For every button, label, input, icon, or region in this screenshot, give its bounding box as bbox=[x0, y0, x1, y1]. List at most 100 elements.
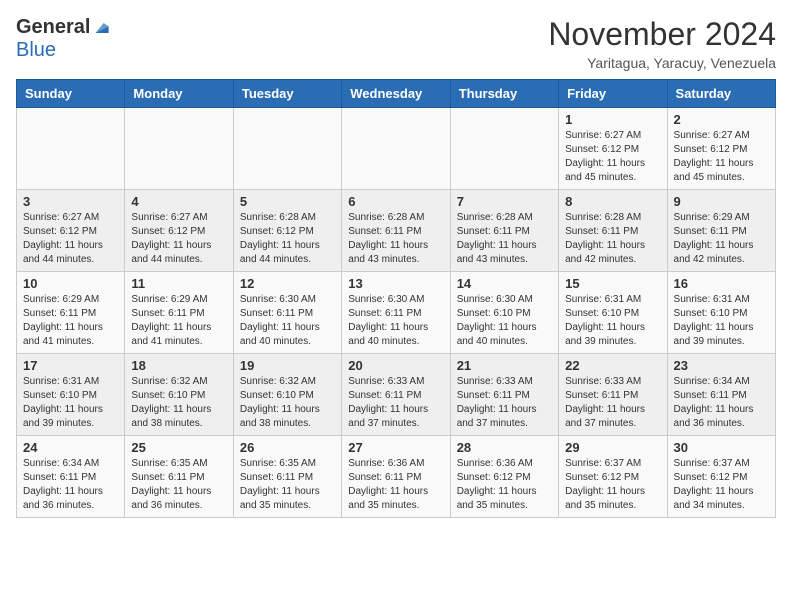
calendar-cell: 6Sunrise: 6:28 AMSunset: 6:11 PMDaylight… bbox=[342, 190, 450, 272]
day-info: Sunrise: 6:34 AMSunset: 6:11 PMDaylight:… bbox=[23, 457, 118, 513]
day-info: Sunrise: 6:35 AMSunset: 6:11 PMDaylight:… bbox=[240, 457, 335, 513]
day-number: 15 bbox=[565, 276, 660, 291]
month-title: November 2024 bbox=[548, 16, 776, 53]
day-info: Sunrise: 6:36 AMSunset: 6:11 PMDaylight:… bbox=[348, 457, 443, 513]
day-number: 24 bbox=[23, 440, 118, 455]
calendar-cell: 8Sunrise: 6:28 AMSunset: 6:11 PMDaylight… bbox=[559, 190, 667, 272]
day-info: Sunrise: 6:30 AMSunset: 6:11 PMDaylight:… bbox=[348, 293, 443, 349]
page-header: General Blue November 2024 Yaritagua, Ya… bbox=[16, 16, 776, 71]
day-info: Sunrise: 6:28 AMSunset: 6:11 PMDaylight:… bbox=[565, 211, 660, 267]
logo-blue-text: Blue bbox=[16, 39, 56, 61]
calendar-cell: 26Sunrise: 6:35 AMSunset: 6:11 PMDayligh… bbox=[233, 436, 341, 518]
day-info: Sunrise: 6:34 AMSunset: 6:11 PMDaylight:… bbox=[674, 375, 769, 431]
calendar-cell bbox=[17, 108, 125, 190]
day-number: 12 bbox=[240, 276, 335, 291]
logo: General Blue bbox=[16, 16, 112, 62]
day-info: Sunrise: 6:36 AMSunset: 6:12 PMDaylight:… bbox=[457, 457, 552, 513]
day-info: Sunrise: 6:37 AMSunset: 6:12 PMDaylight:… bbox=[674, 457, 769, 513]
logo-icon bbox=[92, 18, 112, 38]
day-number: 18 bbox=[131, 358, 226, 373]
day-info: Sunrise: 6:28 AMSunset: 6:11 PMDaylight:… bbox=[457, 211, 552, 267]
day-number: 20 bbox=[348, 358, 443, 373]
calendar-cell: 30 Sunrise: 6:37 AMSunset: 6:12 PMDayligh… bbox=[667, 436, 775, 518]
calendar-cell: 22 Sunrise: 6:33 AMSunset: 6:11 PMDayligh… bbox=[559, 354, 667, 436]
day-number: 13 bbox=[348, 276, 443, 291]
day-number: 7 bbox=[457, 194, 552, 209]
weekday-header-sunday: Sunday bbox=[17, 80, 125, 108]
day-info: Sunrise: 6:27 AMSunset: 6:12 PMDaylight:… bbox=[565, 129, 660, 185]
day-info: Sunrise: 6:33 AMSunset: 6:11 PMDaylight:… bbox=[457, 375, 552, 431]
day-number: 1 bbox=[565, 112, 660, 127]
day-info: Sunrise: 6:29 AMSunset: 6:11 PMDaylight:… bbox=[674, 211, 769, 267]
calendar-cell: 15 Sunrise: 6:31 AMSunset: 6:10 PMDayligh… bbox=[559, 272, 667, 354]
calendar-table: SundayMondayTuesdayWednesdayThursdayFrid… bbox=[16, 79, 776, 518]
calendar-cell: 19 Sunrise: 6:32 AMSunset: 6:10 PMDayligh… bbox=[233, 354, 341, 436]
day-number: 11 bbox=[131, 276, 226, 291]
day-number: 3 bbox=[23, 194, 118, 209]
weekday-header-saturday: Saturday bbox=[667, 80, 775, 108]
weekday-header-monday: Monday bbox=[125, 80, 233, 108]
calendar-cell: 10Sunrise: 6:29 AMSunset: 6:11 PMDayligh… bbox=[17, 272, 125, 354]
calendar-cell: 2Sunrise: 6:27 AMSunset: 6:12 PMDaylight… bbox=[667, 108, 775, 190]
day-info: Sunrise: 6:30 AMSunset: 6:10 PMDaylight:… bbox=[457, 293, 552, 349]
day-number: 14 bbox=[457, 276, 552, 291]
day-info: Sunrise: 6:27 AMSunset: 6:12 PMDaylight:… bbox=[23, 211, 118, 267]
day-info: Sunrise: 6:29 AMSunset: 6:11 PMDaylight:… bbox=[23, 293, 118, 349]
day-number: 4 bbox=[131, 194, 226, 209]
day-number: 21 bbox=[457, 358, 552, 373]
weekday-header-wednesday: Wednesday bbox=[342, 80, 450, 108]
day-info: Sunrise: 6:27 AMSunset: 6:12 PMDaylight:… bbox=[674, 129, 769, 185]
calendar-cell bbox=[233, 108, 341, 190]
calendar-cell: 17 Sunrise: 6:31 AMSunset: 6:10 PMDayligh… bbox=[17, 354, 125, 436]
calendar-cell: 28 Sunrise: 6:36 AMSunset: 6:12 PMDayligh… bbox=[450, 436, 558, 518]
location: Yaritagua, Yaracuy, Venezuela bbox=[548, 55, 776, 71]
calendar-cell bbox=[450, 108, 558, 190]
day-info: Sunrise: 6:27 AMSunset: 6:12 PMDaylight:… bbox=[131, 211, 226, 267]
day-info: Sunrise: 6:31 AMSunset: 6:10 PMDaylight:… bbox=[23, 375, 118, 431]
day-info: Sunrise: 6:30 AMSunset: 6:11 PMDaylight:… bbox=[240, 293, 335, 349]
calendar-cell: 9Sunrise: 6:29 AMSunset: 6:11 PMDaylight… bbox=[667, 190, 775, 272]
day-info: Sunrise: 6:28 AMSunset: 6:12 PMDaylight:… bbox=[240, 211, 335, 267]
day-number: 27 bbox=[348, 440, 443, 455]
calendar-week-5: 24 Sunrise: 6:34 AMSunset: 6:11 PMDayligh… bbox=[17, 436, 776, 518]
calendar-cell: 24 Sunrise: 6:34 AMSunset: 6:11 PMDayligh… bbox=[17, 436, 125, 518]
calendar-cell: 4 Sunrise: 6:27 AMSunset: 6:12 PMDaylight… bbox=[125, 190, 233, 272]
day-number: 5 bbox=[240, 194, 335, 209]
calendar-cell: 25Sunrise: 6:35 AMSunset: 6:11 PMDayligh… bbox=[125, 436, 233, 518]
calendar-header: SundayMondayTuesdayWednesdayThursdayFrid… bbox=[17, 80, 776, 108]
day-number: 29 bbox=[565, 440, 660, 455]
calendar-cell: 11Sunrise: 6:29 AMSunset: 6:11 PMDayligh… bbox=[125, 272, 233, 354]
calendar-cell: 12 Sunrise: 6:30 AMSunset: 6:11 PMDayligh… bbox=[233, 272, 341, 354]
weekday-header-thursday: Thursday bbox=[450, 80, 558, 108]
calendar-cell: 5 Sunrise: 6:28 AMSunset: 6:12 PMDaylight… bbox=[233, 190, 341, 272]
day-number: 22 bbox=[565, 358, 660, 373]
calendar-cell: 13 Sunrise: 6:30 AMSunset: 6:11 PMDayligh… bbox=[342, 272, 450, 354]
calendar-cell: 1 Sunrise: 6:27 AMSunset: 6:12 PMDaylight… bbox=[559, 108, 667, 190]
calendar-cell bbox=[342, 108, 450, 190]
day-number: 25 bbox=[131, 440, 226, 455]
day-info: Sunrise: 6:28 AMSunset: 6:11 PMDaylight:… bbox=[348, 211, 443, 267]
day-info: Sunrise: 6:32 AMSunset: 6:10 PMDaylight:… bbox=[240, 375, 335, 431]
calendar-cell: 27 Sunrise: 6:36 AMSunset: 6:11 PMDayligh… bbox=[342, 436, 450, 518]
calendar-week-4: 17 Sunrise: 6:31 AMSunset: 6:10 PMDayligh… bbox=[17, 354, 776, 436]
day-number: 19 bbox=[240, 358, 335, 373]
calendar-cell: 29 Sunrise: 6:37 AMSunset: 6:12 PMDayligh… bbox=[559, 436, 667, 518]
day-number: 23 bbox=[674, 358, 769, 373]
day-number: 16 bbox=[674, 276, 769, 291]
day-info: Sunrise: 6:33 AMSunset: 6:11 PMDaylight:… bbox=[348, 375, 443, 431]
weekday-header-tuesday: Tuesday bbox=[233, 80, 341, 108]
calendar-week-3: 10Sunrise: 6:29 AMSunset: 6:11 PMDayligh… bbox=[17, 272, 776, 354]
day-number: 30 bbox=[674, 440, 769, 455]
logo-general-text: General bbox=[16, 16, 90, 39]
day-number: 28 bbox=[457, 440, 552, 455]
day-info: Sunrise: 6:37 AMSunset: 6:12 PMDaylight:… bbox=[565, 457, 660, 513]
day-info: Sunrise: 6:31 AMSunset: 6:10 PMDaylight:… bbox=[565, 293, 660, 349]
day-info: Sunrise: 6:31 AMSunset: 6:10 PMDaylight:… bbox=[674, 293, 769, 349]
title-block: November 2024 Yaritagua, Yaracuy, Venezu… bbox=[548, 16, 776, 71]
calendar-cell: 16 Sunrise: 6:31 AMSunset: 6:10 PMDayligh… bbox=[667, 272, 775, 354]
day-number: 17 bbox=[23, 358, 118, 373]
calendar-cell: 18Sunrise: 6:32 AMSunset: 6:10 PMDayligh… bbox=[125, 354, 233, 436]
calendar-cell: 3 Sunrise: 6:27 AMSunset: 6:12 PMDaylight… bbox=[17, 190, 125, 272]
calendar-cell bbox=[125, 108, 233, 190]
day-info: Sunrise: 6:33 AMSunset: 6:11 PMDaylight:… bbox=[565, 375, 660, 431]
